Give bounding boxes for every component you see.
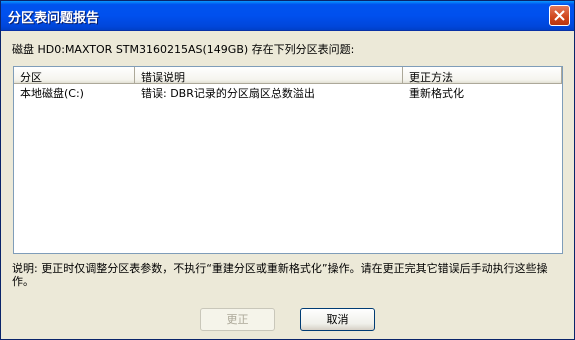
explanation-note: 说明: 更正时仅调整分区表参数，不执行“重建分区或重新格式化”操作。请在更正完其…	[12, 262, 548, 288]
close-button[interactable]	[549, 5, 570, 26]
table-row[interactable]: 本地磁盘(C:) 错误: DBR记录的分区扇区总数溢出 重新格式化	[14, 84, 562, 100]
partition-problem-list[interactable]: 分区 错误说明 更正方法 本地磁盘(C:) 错误: DBR记录的分区扇区总数溢出…	[13, 66, 563, 254]
cell-fix: 重新格式化	[409, 87, 464, 100]
list-header: 分区 错误说明 更正方法	[14, 67, 562, 84]
window-title: 分区表问题报告	[8, 11, 100, 26]
cancel-button[interactable]: 取消	[300, 308, 375, 331]
cell-partition: 本地磁盘(C:)	[20, 87, 84, 100]
column-header-partition[interactable]: 分区	[14, 67, 135, 83]
problem-message: 磁盘 HD0:MAXTOR STM3160215AS(149GB) 存在下列分区…	[12, 43, 355, 56]
title-bar[interactable]: 分区表问题报告	[1, 1, 574, 31]
cell-error: 错误: DBR记录的分区扇区总数溢出	[141, 87, 315, 100]
fix-button[interactable]: 更正	[200, 308, 275, 331]
dialog-window: 分区表问题报告 磁盘 HD0:MAXTOR STM3160215AS(149GB…	[0, 0, 575, 340]
column-header-fix[interactable]: 更正方法	[403, 67, 562, 83]
close-icon	[554, 10, 565, 21]
column-header-error[interactable]: 错误说明	[135, 67, 403, 83]
